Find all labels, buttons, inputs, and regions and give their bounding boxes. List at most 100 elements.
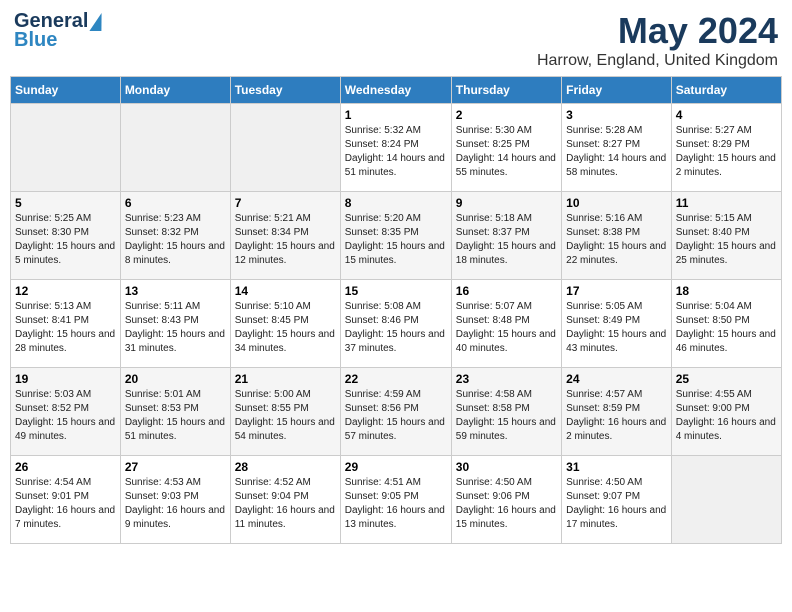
calendar-cell: 30 Sunrise: 4:50 AMSunset: 9:06 PMDayligh… — [451, 456, 561, 544]
calendar-cell: 13 Sunrise: 5:11 AMSunset: 8:43 PMDayligh… — [120, 280, 230, 368]
day-number: 31 — [566, 460, 667, 474]
calendar-cell: 9 Sunrise: 5:18 AMSunset: 8:37 PMDaylight… — [451, 192, 561, 280]
day-info: Sunrise: 5:13 AMSunset: 8:41 PMDaylight:… — [15, 300, 116, 356]
header-friday: Friday — [562, 77, 672, 104]
day-number: 29 — [345, 460, 447, 474]
day-info: Sunrise: 5:05 AMSunset: 8:49 PMDaylight:… — [566, 300, 667, 356]
day-info: Sunrise: 5:15 AMSunset: 8:40 PMDaylight:… — [676, 212, 777, 268]
month-title: May 2024 — [537, 10, 778, 52]
logo-arrow-icon — [90, 13, 105, 31]
calendar-cell: 14 Sunrise: 5:10 AMSunset: 8:45 PMDayligh… — [230, 280, 340, 368]
calendar-cell: 17Sunrise: 5:05 AMSunset: 8:49 PMDayligh… — [562, 280, 672, 368]
calendar-cell: 22 Sunrise: 4:59 AMSunset: 8:56 PMDayligh… — [340, 368, 451, 456]
day-info: Sunrise: 5:04 AMSunset: 8:50 PMDaylight:… — [676, 300, 777, 356]
calendar-cell: 18 Sunrise: 5:04 AMSunset: 8:50 PMDayligh… — [671, 280, 781, 368]
day-info: Sunrise: 5:10 AMSunset: 8:45 PMDaylight:… — [235, 300, 336, 356]
header-sunday: Sunday — [11, 77, 121, 104]
calendar-cell: 4 Sunrise: 5:27 AMSunset: 8:29 PMDaylight… — [671, 104, 781, 192]
calendar-cell: 28 Sunrise: 4:52 AMSunset: 9:04 PMDayligh… — [230, 456, 340, 544]
day-info: Sunrise: 5:01 AMSunset: 8:53 PMDaylight:… — [125, 388, 226, 444]
day-info: Sunrise: 5:08 AMSunset: 8:46 PMDaylight:… — [345, 300, 447, 356]
day-number: 13 — [125, 284, 226, 298]
day-number: 25 — [676, 372, 777, 386]
logo-text-blue: Blue — [14, 29, 57, 52]
day-info: Sunrise: 4:58 AMSunset: 8:58 PMDaylight:… — [456, 388, 557, 444]
calendar-cell: 25 Sunrise: 4:55 AMSunset: 9:00 PMDayligh… — [671, 368, 781, 456]
week-row-3: 12 Sunrise: 5:13 AMSunset: 8:41 PMDayligh… — [11, 280, 782, 368]
week-row-4: 19Sunrise: 5:03 AMSunset: 8:52 PMDayligh… — [11, 368, 782, 456]
day-number: 9 — [456, 196, 557, 210]
day-info: Sunrise: 4:50 AMSunset: 9:06 PMDaylight:… — [456, 476, 557, 532]
calendar-cell — [671, 456, 781, 544]
day-info: Sunrise: 5:07 AMSunset: 8:48 PMDaylight:… — [456, 300, 557, 356]
calendar-cell: 15 Sunrise: 5:08 AMSunset: 8:46 PMDayligh… — [340, 280, 451, 368]
calendar-cell: 1 Sunrise: 5:32 AMSunset: 8:24 PMDaylight… — [340, 104, 451, 192]
calendar-cell: 26 Sunrise: 4:54 AMSunset: 9:01 PMDayligh… — [11, 456, 121, 544]
week-row-2: 5Sunrise: 5:25 AMSunset: 8:30 PMDaylight… — [11, 192, 782, 280]
header-tuesday: Tuesday — [230, 77, 340, 104]
header-thursday: Thursday — [451, 77, 561, 104]
day-number: 12 — [15, 284, 116, 298]
calendar-cell: 29Sunrise: 4:51 AMSunset: 9:05 PMDayligh… — [340, 456, 451, 544]
day-number: 27 — [125, 460, 226, 474]
day-number: 22 — [345, 372, 447, 386]
calendar-cell: 8 Sunrise: 5:20 AMSunset: 8:35 PMDaylight… — [340, 192, 451, 280]
day-number: 24 — [566, 372, 667, 386]
day-info: Sunrise: 5:11 AMSunset: 8:43 PMDaylight:… — [125, 300, 226, 356]
day-info: Sunrise: 5:27 AMSunset: 8:29 PMDaylight:… — [676, 124, 777, 180]
day-info: Sunrise: 5:28 AMSunset: 8:27 PMDaylight:… — [566, 124, 667, 180]
day-number: 4 — [676, 108, 777, 122]
day-info: Sunrise: 5:30 AMSunset: 8:25 PMDaylight:… — [456, 124, 557, 180]
header-saturday: Saturday — [671, 77, 781, 104]
calendar-cell: 5Sunrise: 5:25 AMSunset: 8:30 PMDaylight… — [11, 192, 121, 280]
calendar-cell: 24 Sunrise: 4:57 AMSunset: 8:59 PMDayligh… — [562, 368, 672, 456]
day-number: 8 — [345, 196, 447, 210]
calendar-cell: 31 Sunrise: 4:50 AMSunset: 9:07 PMDayligh… — [562, 456, 672, 544]
calendar-cell — [230, 104, 340, 192]
day-info: Sunrise: 5:00 AMSunset: 8:55 PMDaylight:… — [235, 388, 336, 444]
day-info: Sunrise: 5:20 AMSunset: 8:35 PMDaylight:… — [345, 212, 447, 268]
calendar-cell: 2 Sunrise: 5:30 AMSunset: 8:25 PMDaylight… — [451, 104, 561, 192]
day-info: Sunrise: 4:53 AMSunset: 9:03 PMDaylight:… — [125, 476, 226, 532]
day-number: 2 — [456, 108, 557, 122]
day-info: Sunrise: 4:59 AMSunset: 8:56 PMDaylight:… — [345, 388, 447, 444]
day-info: Sunrise: 5:16 AMSunset: 8:38 PMDaylight:… — [566, 212, 667, 268]
day-number: 26 — [15, 460, 116, 474]
calendar-cell: 21Sunrise: 5:00 AMSunset: 8:55 PMDayligh… — [230, 368, 340, 456]
day-number: 14 — [235, 284, 336, 298]
day-info: Sunrise: 4:52 AMSunset: 9:04 PMDaylight:… — [235, 476, 336, 532]
day-number: 20 — [125, 372, 226, 386]
title-block: May 2024 Harrow, England, United Kingdom — [537, 10, 778, 70]
day-number: 7 — [235, 196, 336, 210]
calendar-cell: 11 Sunrise: 5:15 AMSunset: 8:40 PMDayligh… — [671, 192, 781, 280]
header-monday: Monday — [120, 77, 230, 104]
calendar-cell — [120, 104, 230, 192]
week-row-5: 26 Sunrise: 4:54 AMSunset: 9:01 PMDayligh… — [11, 456, 782, 544]
day-number: 18 — [676, 284, 777, 298]
day-number: 28 — [235, 460, 336, 474]
calendar-cell: 16 Sunrise: 5:07 AMSunset: 8:48 PMDayligh… — [451, 280, 561, 368]
week-row-1: 1 Sunrise: 5:32 AMSunset: 8:24 PMDaylight… — [11, 104, 782, 192]
calendar-table: SundayMondayTuesdayWednesdayThursdayFrid… — [10, 76, 782, 544]
header-wednesday: Wednesday — [340, 77, 451, 104]
day-info: Sunrise: 4:54 AMSunset: 9:01 PMDaylight:… — [15, 476, 116, 532]
day-number: 23 — [456, 372, 557, 386]
day-info: Sunrise: 5:32 AMSunset: 8:24 PMDaylight:… — [345, 124, 447, 180]
page-header: General Blue May 2024 Harrow, England, U… — [10, 10, 782, 70]
day-info: Sunrise: 5:18 AMSunset: 8:37 PMDaylight:… — [456, 212, 557, 268]
calendar-cell: 10 Sunrise: 5:16 AMSunset: 8:38 PMDayligh… — [562, 192, 672, 280]
calendar-cell — [11, 104, 121, 192]
day-info: Sunrise: 4:57 AMSunset: 8:59 PMDaylight:… — [566, 388, 667, 444]
day-info: Sunrise: 4:50 AMSunset: 9:07 PMDaylight:… — [566, 476, 667, 532]
day-number: 10 — [566, 196, 667, 210]
calendar-cell: 20 Sunrise: 5:01 AMSunset: 8:53 PMDayligh… — [120, 368, 230, 456]
day-number: 16 — [456, 284, 557, 298]
calendar-cell: 27 Sunrise: 4:53 AMSunset: 9:03 PMDayligh… — [120, 456, 230, 544]
day-info: Sunrise: 4:55 AMSunset: 9:00 PMDaylight:… — [676, 388, 777, 444]
calendar-cell: 7Sunrise: 5:21 AMSunset: 8:34 PMDaylight… — [230, 192, 340, 280]
location: Harrow, England, United Kingdom — [537, 52, 778, 70]
day-number: 1 — [345, 108, 447, 122]
day-number: 11 — [676, 196, 777, 210]
day-number: 30 — [456, 460, 557, 474]
day-number: 15 — [345, 284, 447, 298]
